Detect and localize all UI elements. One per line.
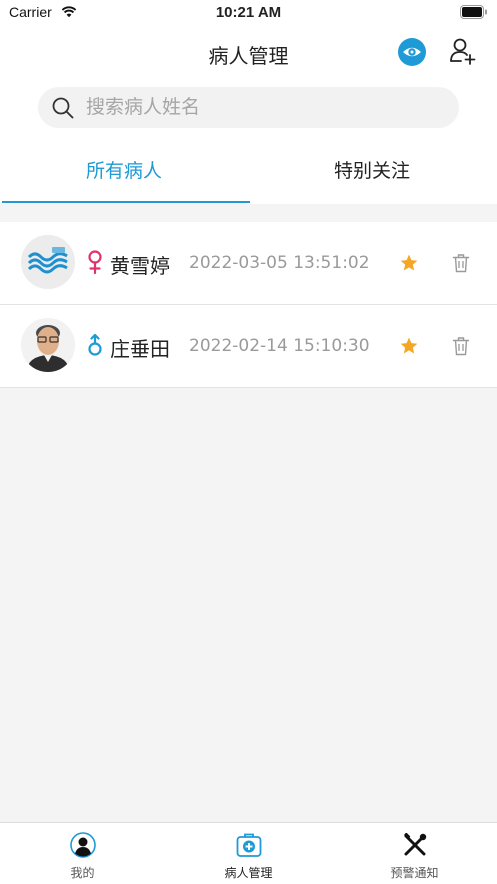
tabbar-label: 我的 [70,866,95,880]
female-icon [88,250,102,275]
patient-name: 庄垂田 [110,337,170,361]
tabbar-item-patient-management[interactable]: 病人管理 [166,823,331,884]
tabbar-item-mine[interactable]: 我的 [0,823,165,884]
medical-kit-icon [236,833,262,857]
view-toggle-button[interactable] [398,38,426,66]
status-bar: Carrier 10:21 AM [0,0,497,26]
patient-name: 黄雪婷 [110,254,170,278]
eye-icon [403,47,421,57]
patient-datetime: 2022-03-05 13:51:02 [189,253,370,273]
patient-row[interactable]: 庄垂田 2022-02-14 15:10:30 [0,305,497,388]
patient-row[interactable]: 黄雪婷 2022-03-05 13:51:02 [0,222,497,305]
trash-icon[interactable] [452,253,470,273]
status-time: 10:21 AM [215,4,282,21]
add-patient-button[interactable] [448,36,478,66]
avatar [21,235,75,289]
search-icon [52,97,74,119]
search-input[interactable] [86,95,446,119]
add-user-icon [450,38,476,65]
bottom-tab-bar: 我的 病人管理 预警通知 [0,822,497,884]
tools-icon [404,832,427,856]
patient-datetime: 2022-02-14 15:10:30 [189,336,370,356]
tabbar-label: 病人管理 [224,866,273,880]
search-bar[interactable] [38,87,459,128]
logo-avatar-icon [21,235,75,289]
trash-icon[interactable] [452,336,470,356]
tab-special-attention[interactable]: 特别关注 [248,142,496,204]
segment-tabs: 所有病人 特别关注 [0,142,497,204]
avatar [21,318,75,372]
male-icon [88,333,102,356]
active-tab-indicator [2,201,250,203]
star-icon[interactable] [399,336,419,356]
tabbar-item-alert-notice[interactable]: 预警通知 [332,823,497,884]
battery-icon [460,5,487,19]
navigation-bar: 病人管理 [0,26,497,80]
user-icon [70,832,96,858]
tab-all-patients[interactable]: 所有病人 [0,142,248,204]
patient-list: 黄雪婷 2022-03-05 13:51:02 庄垂田 2022-02-14 1… [0,222,497,388]
search-section [0,80,497,142]
tabbar-label: 预警通知 [390,866,439,880]
photo-avatar-icon [21,318,75,372]
star-icon[interactable] [399,253,419,273]
